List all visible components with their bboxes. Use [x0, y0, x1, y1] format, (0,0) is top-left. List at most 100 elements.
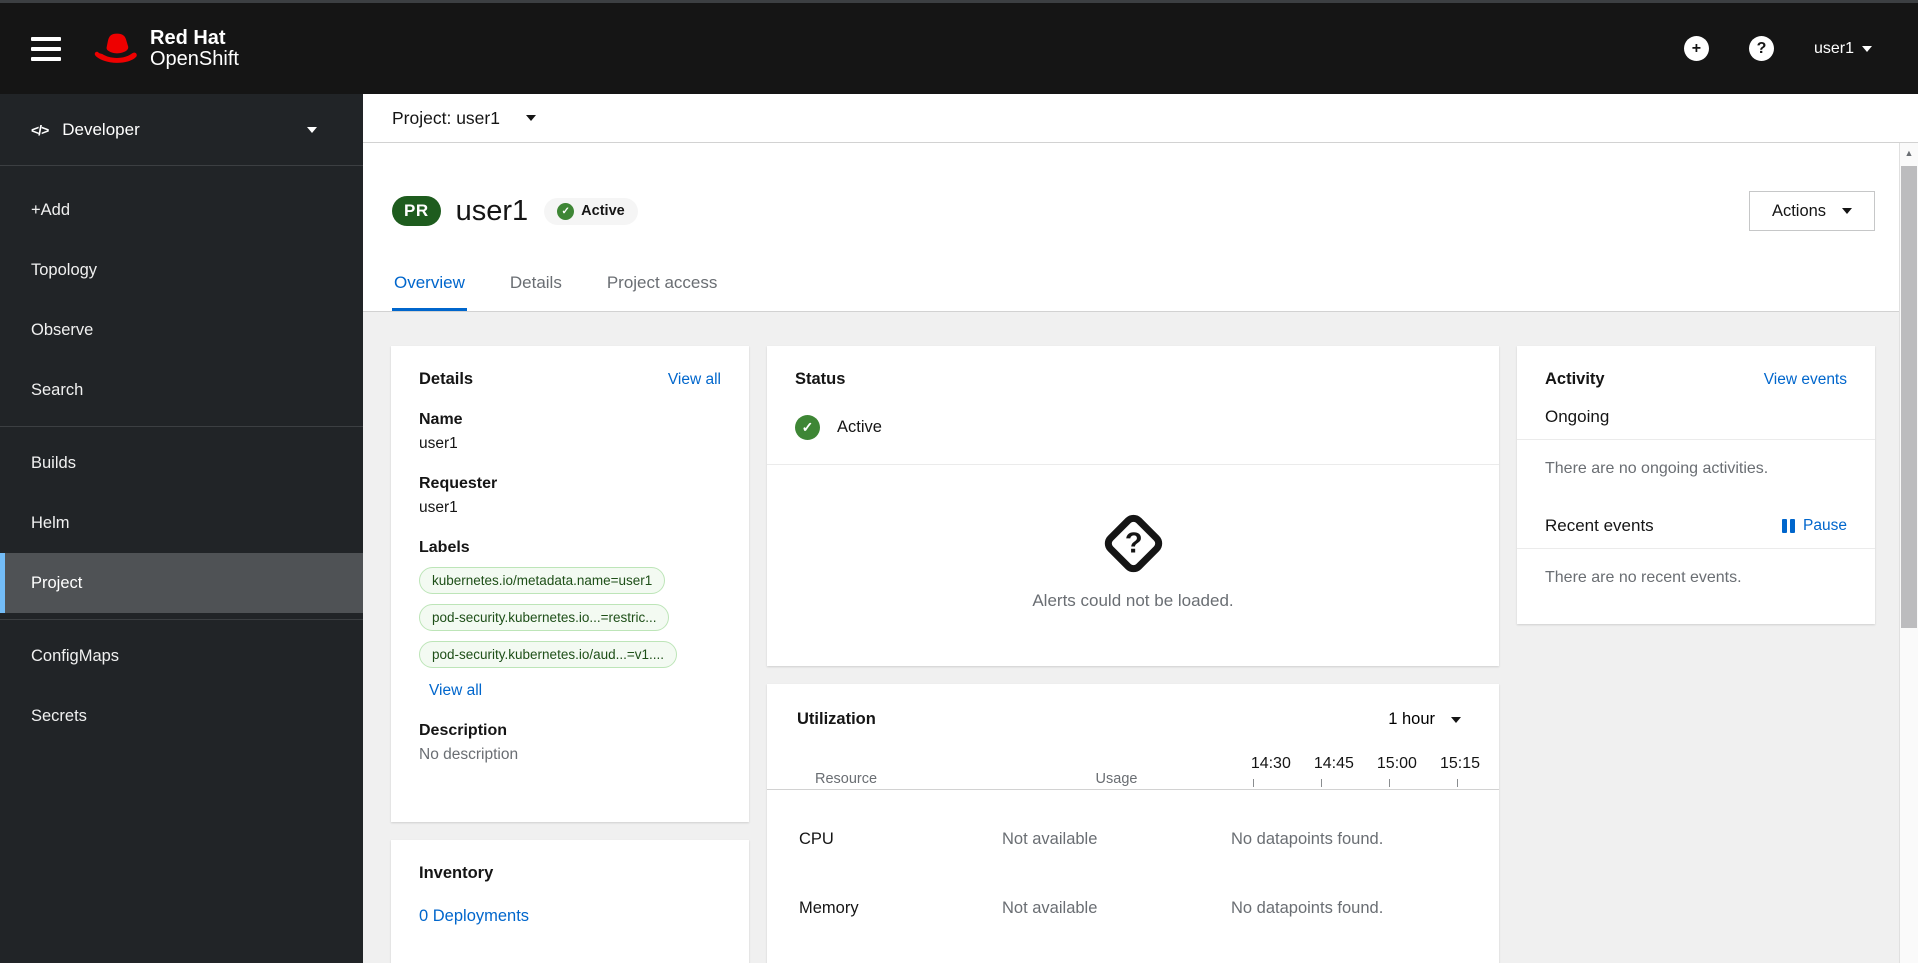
utilization-row-memory: Memory Not available No datapoints found… — [767, 899, 1499, 918]
status-state-label: Active — [837, 418, 882, 436]
details-card: Details View all Name user1 Requester us… — [391, 346, 749, 822]
brand-logo: Red Hat OpenShift — [94, 26, 239, 70]
tab-bar: Overview Details Project access — [392, 273, 1875, 311]
project-selector-label: Project: user1 — [392, 107, 500, 128]
utilization-card-title: Utilization — [797, 710, 876, 728]
menu-toggle-icon[interactable] — [31, 36, 61, 61]
caret-down-icon — [307, 126, 317, 133]
column-header-usage: Usage — [1095, 771, 1138, 787]
perspective-label: Developer — [62, 119, 140, 139]
resource-datapoints: No datapoints found. — [1231, 899, 1384, 917]
view-events-link[interactable]: View events — [1764, 371, 1847, 389]
duration-dropdown[interactable]: 1 hour — [1388, 710, 1461, 729]
caret-down-icon — [1862, 45, 1872, 52]
utilization-card: Utilization 1 hour Resource Usage 14:30 — [767, 684, 1499, 963]
label-pill: pod-security.kubernetes.io/aud...=v1.... — [419, 641, 678, 668]
redhat-fedora-icon — [94, 33, 137, 63]
help-icon[interactable]: ? — [1748, 36, 1774, 61]
inventory-card: Inventory 0 Deployments — [391, 840, 749, 963]
field-value-description: No description — [419, 746, 519, 763]
sidebar-item-add[interactable]: +Add — [0, 180, 363, 240]
caret-down-icon — [1451, 716, 1461, 723]
time-tick-label: 15:00 — [1376, 755, 1417, 772]
pause-events-button[interactable]: Pause — [1782, 517, 1847, 535]
page-header: PR user1 ✓ Active Actions Overview Detai… — [363, 143, 1899, 312]
pause-label: Pause — [1803, 517, 1847, 534]
username: user1 — [1813, 39, 1854, 57]
resource-usage: Not available — [1002, 899, 1098, 917]
time-axis-ticks — [1231, 779, 1480, 787]
sidebar-item-builds[interactable]: Builds — [0, 433, 363, 493]
sidebar-item-topology[interactable]: Topology — [0, 240, 363, 300]
sidebar-item-secrets[interactable]: Secrets — [0, 686, 363, 746]
resource-name: CPU — [799, 830, 834, 848]
actions-label: Actions — [1771, 201, 1827, 220]
field-value-requester: user1 — [419, 499, 458, 516]
status-card-title: Status — [795, 370, 846, 388]
ongoing-section-title: Ongoing — [1545, 407, 1610, 426]
status-badge: ✓ Active — [544, 197, 638, 225]
details-card-title: Details — [419, 370, 474, 388]
recent-events-section-title: Recent events — [1545, 516, 1654, 535]
divider — [767, 789, 1499, 790]
tab-details[interactable]: Details — [508, 273, 564, 311]
overview-content: Details View all Name user1 Requester us… — [363, 312, 1899, 963]
sidebar-item-project[interactable]: Project — [0, 553, 363, 613]
sidebar-item-search[interactable]: Search — [0, 360, 363, 420]
code-icon: </> — [31, 121, 49, 138]
perspective-switcher[interactable]: </> Developer — [0, 94, 363, 166]
resource-name: Memory — [799, 899, 859, 917]
deployments-link[interactable]: 0 Deployments — [419, 907, 721, 926]
sidebar: </> Developer +Add Topology Observe Sear… — [0, 94, 363, 963]
time-tick-label: 15:15 — [1439, 755, 1480, 772]
recent-events-empty-message: There are no recent events. — [1545, 569, 1742, 586]
project-resource-badge: PR — [392, 196, 441, 226]
status-badge-label: Active — [581, 203, 625, 219]
actions-dropdown[interactable]: Actions — [1749, 191, 1875, 231]
field-label-labels: Labels — [419, 539, 470, 556]
project-selector[interactable]: Project: user1 — [392, 108, 536, 129]
sidebar-item-observe[interactable]: Observe — [0, 300, 363, 360]
scrollbar-thumb[interactable] — [1901, 166, 1917, 628]
field-label-description: Description — [419, 722, 508, 739]
details-view-all-link[interactable]: View all — [668, 371, 721, 389]
utilization-row-cpu: CPU Not available No datapoints found. — [767, 830, 1499, 849]
scrollbar-up-arrow-icon[interactable]: ▲ — [1900, 143, 1918, 163]
add-shortcut-icon[interactable]: + — [1683, 36, 1709, 61]
duration-value: 1 hour — [1388, 710, 1435, 728]
pause-icon — [1782, 519, 1796, 533]
labels-view-all-link[interactable]: View all — [429, 682, 482, 700]
activity-card-title: Activity — [1545, 370, 1605, 388]
page-title: user1 — [455, 194, 529, 227]
field-label-requester: Requester — [419, 475, 498, 492]
time-tick-label: 14:45 — [1313, 755, 1354, 772]
check-circle-icon: ✓ — [795, 415, 820, 440]
scrollbar: ▲ — [1899, 143, 1918, 963]
alerts-error-message: Alerts could not be loaded. — [1032, 591, 1234, 610]
check-circle-icon: ✓ — [557, 202, 575, 220]
sidebar-divider — [0, 619, 363, 620]
caret-down-icon — [525, 115, 536, 121]
scroll-region: PR user1 ✓ Active Actions Overview Detai… — [363, 143, 1899, 963]
tab-project-access[interactable]: Project access — [605, 273, 720, 311]
label-pill: pod-security.kubernetes.io...=restric... — [419, 604, 670, 631]
resource-datapoints: No datapoints found. — [1231, 830, 1384, 848]
activity-card: Activity View events Ongoing There are n… — [1517, 346, 1875, 624]
namespace-bar: Project: user1 — [363, 94, 1918, 143]
brand-line-2: OpenShift — [150, 47, 239, 70]
masthead: Red Hat OpenShift + ? user1 — [0, 0, 1918, 94]
sidebar-item-configmaps[interactable]: ConfigMaps — [0, 626, 363, 686]
caret-down-icon — [1842, 208, 1853, 214]
field-label-name: Name — [419, 411, 463, 428]
brand-line-1: Red Hat — [150, 26, 226, 49]
status-card: Status ✓ Active ? Alerts could not be lo… — [767, 346, 1499, 666]
inventory-card-title: Inventory — [419, 864, 494, 882]
unknown-status-icon: ? — [1099, 510, 1167, 577]
sidebar-divider — [0, 426, 363, 427]
user-menu[interactable]: user1 — [1814, 40, 1872, 58]
tab-overview[interactable]: Overview — [392, 273, 467, 311]
label-pill: kubernetes.io/metadata.name=user1 — [419, 567, 666, 594]
time-tick-label: 14:30 — [1250, 755, 1291, 772]
sidebar-item-helm[interactable]: Helm — [0, 493, 363, 553]
time-axis: 14:30 14:45 15:00 15:15 — [1231, 755, 1480, 773]
